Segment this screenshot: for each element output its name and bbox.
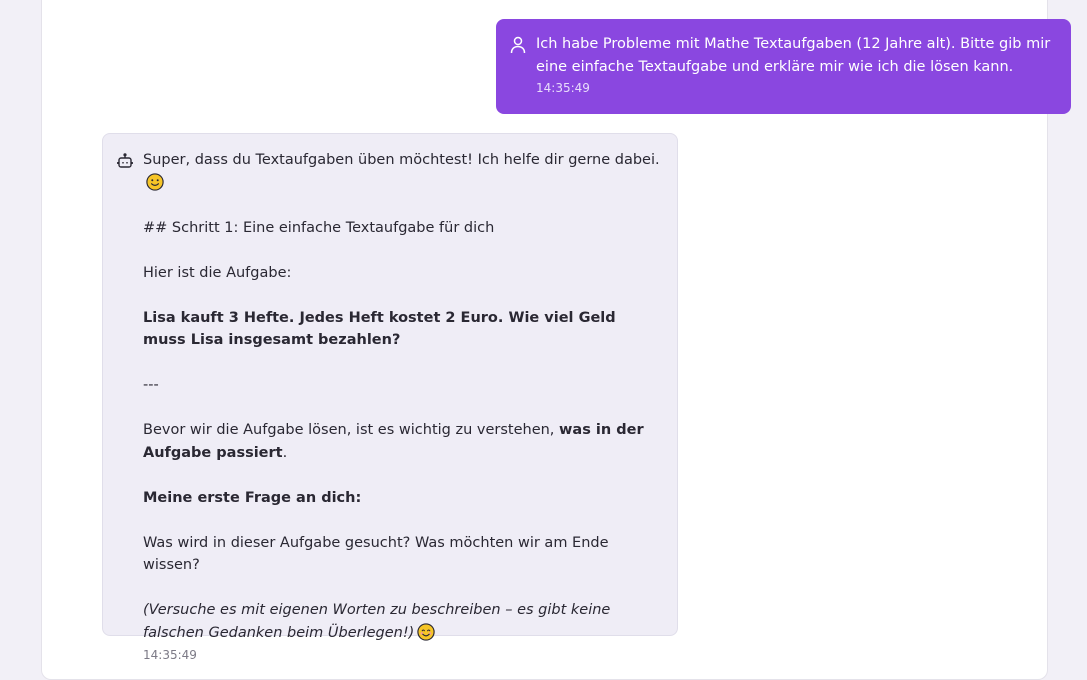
bot-greeting-text: Super, dass du Textaufgaben üben möchtes…: [143, 152, 660, 168]
bot-explanation: Bevor wir die Aufgabe lösen, ist es wich…: [143, 419, 663, 464]
slightly-smiling-face-icon: [146, 172, 164, 191]
bot-explanation-start: Bevor wir die Aufgabe lösen, ist es wich…: [143, 422, 560, 438]
smiling-face-with-smiling-eyes-icon: [417, 622, 436, 641]
bot-question-heading: Meine erste Frage an dich:: [143, 487, 663, 510]
bot-explanation-end: .: [282, 444, 288, 461]
bot-greeting: Super, dass du Textaufgaben üben möchtes…: [143, 149, 663, 194]
bot-task-text: Lisa kauft 3 Hefte. Jedes Heft kostet 2 …: [143, 309, 616, 349]
user-message: Ich habe Probleme mit Mathe Textaufgaben…: [496, 19, 1071, 114]
bot-intro: Hier ist die Aufgabe:: [143, 264, 292, 281]
bot-question: Was wird in dieser Aufgabe gesucht? Was …: [143, 534, 609, 574]
bot-hint-text: (Versuche es mit eigenen Worten zu besch…: [143, 602, 611, 641]
bot-hint: (Versuche es mit eigenen Worten zu besch…: [143, 599, 663, 644]
bot-separator: ---: [143, 377, 159, 393]
bot-message: Super, dass du Textaufgaben üben möchtes…: [102, 133, 678, 662]
bot-task: Lisa kauft 3 Hefte. Jedes Heft kostet 2 …: [143, 307, 663, 352]
user-icon: [510, 36, 526, 54]
bot-question-heading-text: Meine erste Frage an dich:: [143, 489, 362, 506]
bot-message-time: 14:35:49: [143, 648, 197, 662]
user-message-text: Ich habe Probleme mit Mathe Textaufgaben…: [536, 36, 1051, 75]
bot-icon: [117, 153, 133, 168]
chat-panel: Ich habe Probleme mit Mathe Textaufgaben…: [41, 0, 1071, 680]
user-message-time: 14:35:49: [536, 81, 590, 95]
bot-heading: ## Schritt 1: Eine einfache Textaufgabe …: [143, 219, 495, 236]
